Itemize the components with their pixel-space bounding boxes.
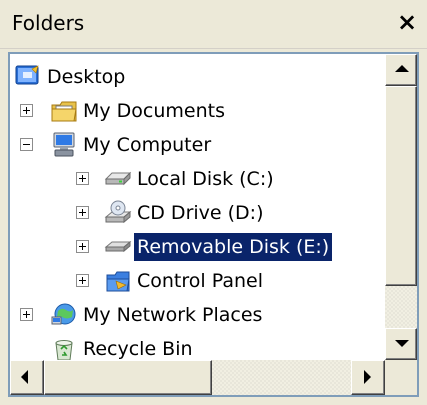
folders-pane: Folders × Desktop My Documents My Comput…	[0, 0, 427, 405]
tree-item-label: CD Drive (D:)	[137, 202, 264, 224]
scroll-left-button[interactable]	[10, 360, 44, 395]
collapse-icon[interactable]	[20, 138, 33, 151]
removable-disk-icon	[104, 240, 132, 253]
tree-item-recycle-bin[interactable]: Recycle Bin	[10, 332, 310, 360]
tree-item-removable-disk-e[interactable]: Removable Disk (E:)	[10, 230, 370, 264]
computer-icon	[53, 132, 75, 157]
arrow-left-icon	[21, 370, 28, 384]
horizontal-scrollbar[interactable]	[10, 360, 385, 395]
scroll-down-button[interactable]	[385, 328, 417, 360]
tree-item-label: My Network Places	[83, 304, 263, 326]
desktop-icon	[15, 65, 39, 85]
close-icon: ×	[396, 8, 418, 36]
arrow-down-icon	[395, 340, 409, 347]
tree-item-label: Recycle Bin	[83, 338, 193, 360]
tree-item-label: My Documents	[83, 100, 226, 122]
arrow-right-icon	[364, 370, 371, 384]
tree-item-control-panel[interactable]: Control Panel	[10, 264, 340, 298]
scroll-right-button[interactable]	[351, 360, 385, 395]
horizontal-scroll-thumb[interactable]	[44, 360, 212, 395]
close-button[interactable]: ×	[393, 8, 421, 36]
tree-item-my-network-places[interactable]: My Network Places	[10, 298, 340, 332]
scrollbar-corner	[385, 360, 417, 395]
hard-disk-icon	[104, 171, 132, 186]
folder-tree-content: Desktop My Documents My Computer Local D…	[10, 54, 385, 360]
vertical-scrollbar[interactable]	[385, 54, 417, 360]
tree-item-label: Desktop	[47, 66, 126, 88]
tree-item-my-computer[interactable]: My Computer	[10, 128, 310, 162]
arrow-up-icon	[395, 65, 409, 72]
network-places-icon	[51, 303, 76, 325]
tree-item-label: Control Panel	[137, 270, 263, 292]
tree-item-label: My Computer	[83, 134, 212, 156]
recycle-bin-icon	[55, 340, 73, 360]
tree-item-label: Removable Disk (E:)	[134, 233, 333, 261]
cd-drive-icon	[104, 200, 132, 224]
control-panel-icon	[106, 271, 130, 292]
expand-icon[interactable]	[76, 172, 89, 185]
tree-item-label: Local Disk (C:)	[137, 168, 274, 190]
folder-tree: Desktop My Documents My Computer Local D…	[8, 52, 419, 397]
expand-icon[interactable]	[20, 308, 33, 321]
folders-title: Folders	[12, 11, 85, 35]
expand-icon[interactable]	[76, 274, 89, 287]
vertical-scroll-thumb[interactable]	[385, 86, 417, 286]
expand-icon[interactable]	[76, 240, 89, 253]
tree-item-local-disk-c[interactable]: Local Disk (C:)	[10, 162, 340, 196]
tree-item-cd-drive-d[interactable]: CD Drive (D:)	[10, 196, 340, 230]
folder-documents-icon	[51, 101, 77, 122]
tree-item-my-documents[interactable]: My Documents	[10, 94, 310, 128]
tree-item-desktop[interactable]: Desktop	[10, 60, 270, 94]
expand-icon[interactable]	[76, 206, 89, 219]
expand-icon[interactable]	[20, 104, 33, 117]
scroll-up-button[interactable]	[385, 54, 417, 86]
folders-header: Folders ×	[0, 0, 427, 49]
